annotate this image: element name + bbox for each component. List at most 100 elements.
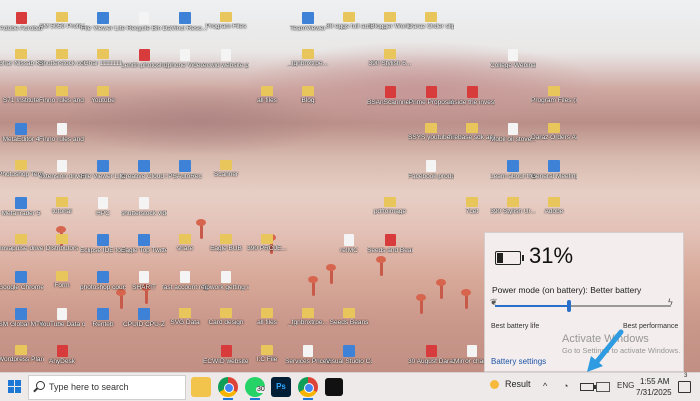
desktop-icon[interactable]: Facebook product data [408,160,454,180]
desktop-icon[interactable]: General Meeting-R... [531,160,577,180]
desktop-icon[interactable]: Adobe [531,197,577,215]
desktop-icon[interactable]: shutterstock video Instru [121,197,167,217]
desktop-icon[interactable]: Seeds Beans [326,308,372,326]
desktop-icon[interactable]: extension driver [39,160,85,180]
weather-widget[interactable]: Result [490,379,531,390]
desktop-icon[interactable]: TeamViewer [285,12,331,32]
desktop-icon[interactable]: AM 5050 Profit Data [39,12,85,30]
taskbar-search-box[interactable]: Type here to search [28,375,186,400]
desktop-icon[interactable]: Iphone Video [162,49,208,69]
desktop-icon[interactable]: Adobe Acrobat [0,12,44,32]
keyboard-icon[interactable] [596,382,610,392]
desktop-icon[interactable]: fipwork getting w... [203,271,249,291]
desktop-icon[interactable]: Services Pricelist [285,345,331,365]
desktop-icon[interactable]: Blog [285,86,331,104]
taskbar-chrome[interactable] [218,377,238,400]
desktop-icon[interactable]: Shutterstock contributor [39,49,85,67]
desktop-icon[interactable]: photoshop course mod... [80,271,126,291]
desktop-icon[interactable]: SSYS youtube channel,4... [408,123,454,141]
desktop-icon[interactable]: fast account registration... [162,271,208,291]
desktop-icon[interactable]: Eagle Top Twitter [121,234,167,254]
power-mode-slider-thumb[interactable] [566,300,571,312]
battery-icon[interactable] [580,383,596,391]
desktop-icon[interactable]: Daraz Orders Awb [531,123,577,141]
desktop-icon[interactable]: Program Files [203,12,249,30]
desktop-icon[interactable]: SHARIT [121,271,167,291]
battery-settings-link[interactable]: Battery settings [491,357,546,366]
desktop-icon[interactable]: 7cet [449,197,495,215]
desktop-icon[interactable]: 390 Stylish Ur... [490,197,536,215]
desktop-icon[interactable]: firebase sdk angular ver... [449,123,495,141]
desktop-icon[interactable]: DaVinci Reso... [162,12,208,32]
desktop-icon[interactable]: Renteb [80,308,126,328]
desktop-icon[interactable]: Distributors [39,234,85,252]
clock-time[interactable]: 1:55 AM [640,377,669,386]
desktop-icon[interactable]: Finno rules and polici... [39,86,85,104]
desktop-icon[interactable]: Finno rules and polici... [39,123,85,143]
desktop-icon[interactable]: HPC [80,197,126,217]
notification-icon[interactable] [678,381,691,393]
desktop-icon[interactable]: Learn about this picture [490,160,536,180]
desktop-icon[interactable]: Inside the investor brain [449,86,495,106]
taskbar-chrome-profile[interactable] [298,377,318,400]
desktop-icon[interactable]: Card design [203,308,249,326]
desktop-icon[interactable]: 390 Stylish 6... [367,49,413,67]
desktop-icon[interactable]: Form [39,271,85,289]
desktop-icon[interactable]: Ghar 1111111 [80,49,126,67]
desktop-icon[interactable]: Blogger Work [367,12,413,30]
network-icon[interactable]: ◔ [563,381,568,391]
desktop-icon[interactable]: MetaEditor 4 [0,123,44,143]
desktop-icon[interactable]: Eclipse IDE for C and ... [80,234,126,254]
desktop-icon[interactable]: Google Chrome [0,271,44,291]
desktop-icon[interactable]: Daraz Order slips [408,12,454,30]
desktop-icon[interactable]: 80 eggs full automatic... [326,12,372,30]
desktop-icon[interactable]: CPUID CPU-Z [121,308,167,328]
desktop-icon[interactable]: SVG Data [162,308,208,326]
desktop-icon[interactable]: ECWID website PDF [203,345,249,365]
chevron-up-icon[interactable]: ^ [543,381,547,391]
desktop-icon[interactable]: PSAutoRec [162,160,208,180]
desktop-icon[interactable]: MetaTrader 5 [0,197,44,217]
desktop-icon[interactable]: Photoshop Templates [0,160,44,178]
desktop-icon[interactable]: Youtube [80,86,126,104]
desktop-icon[interactable]: College Webinar ssn [490,49,536,69]
taskbar-app-icon[interactable] [325,378,343,396]
desktop-icon[interactable]: S71 Institute [0,86,44,104]
desktop-icon[interactable]: ecwid website p... [203,49,249,69]
desktop-icon[interactable]: Seeds and Beans [367,234,413,254]
desktop-icon[interactable]: Eagle BUB [203,234,249,252]
desktop-icon[interactable]: File Viewer Lite [80,160,126,180]
taskbar-whatsapp[interactable]: 30 [245,377,266,400]
desktop-icon[interactable]: AnyDesk [39,345,85,365]
language-indicator[interactable]: ENG [617,381,634,390]
desktop-icon[interactable]: _fgnbnxtrpe... [285,308,331,326]
desktop-icon[interactable]: YouTube Data of My Most... [39,308,85,328]
desktop-icon[interactable]: all files [244,86,290,104]
desktop-icon[interactable]: I.C File [244,345,290,363]
desktop-icon[interactable]: SM Global MT4 [0,308,44,328]
desktop-icon[interactable]: share [162,234,208,252]
desktop-icon[interactable]: Visual Studio Code [326,345,372,365]
desktop-icon[interactable]: Program Files (x86) [531,86,577,104]
desktop-icon[interactable]: tutorial [39,197,85,215]
desktop-icon[interactable]: novapulse driver [0,234,44,252]
desktop-icon[interactable]: BSAnScannner 11-08-2024 [367,86,413,106]
desktop-icon[interactable]: Wordpress Plans [0,345,44,363]
desktop-icon[interactable]: Creative Cloud Shortcut [121,160,167,180]
power-mode-slider[interactable] [495,300,671,312]
desktop-icon[interactable]: Recycle Bin [121,12,167,32]
taskbar-photoshop[interactable]: Ps [271,377,291,397]
desktop-icon[interactable]: _fgnbnxtrpe... [285,49,331,67]
desktop-icon[interactable]: Mobil oil stove... [490,123,536,143]
taskbar-file-explorer[interactable] [191,377,211,397]
desktop-icon[interactable]: Scanner [203,160,249,178]
desktop-icon[interactable]: Ghar Nissab Khaim [0,49,44,67]
desktop-icon[interactable]: 30 August Daraz orders [408,345,454,365]
start-button[interactable] [8,380,21,393]
desktop-icon[interactable]: 390 PROJE... [244,234,290,252]
desktop-icon[interactable]: re!MC [326,234,372,254]
desktop-icon[interactable]: all files [244,308,290,326]
desktop-icon[interactable]: File Viewer Lite [80,12,126,32]
desktop-icon[interactable]: Prime Proposal [408,86,454,106]
desktop-icon[interactable]: pdftoimage [367,197,413,215]
